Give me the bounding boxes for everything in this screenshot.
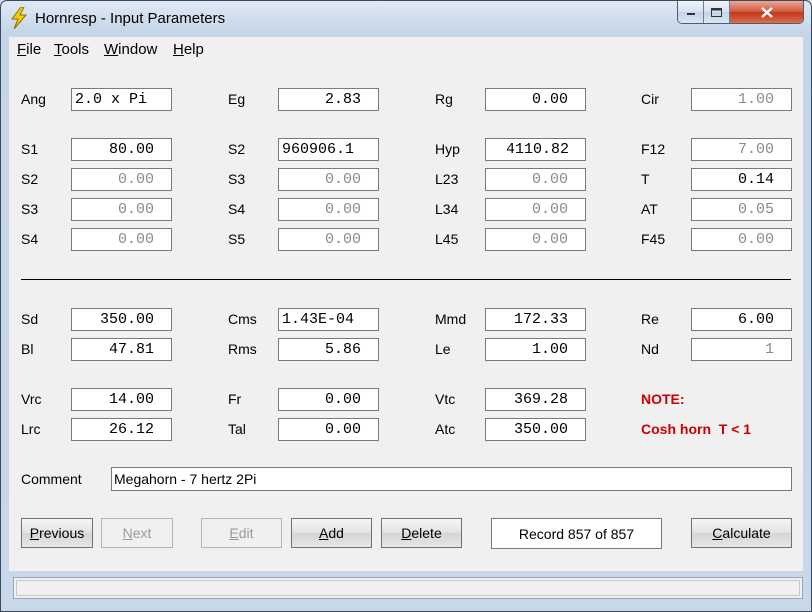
cir-field[interactable]: 1.00 (691, 88, 792, 111)
window-title: Hornresp - Input Parameters (35, 10, 226, 27)
s5-label: S5 (228, 231, 246, 247)
f12-field[interactable]: 7.00 (691, 138, 792, 161)
mmd-field[interactable]: 172.33 (485, 308, 586, 331)
vrc-label: Vrc (21, 391, 42, 407)
le-field[interactable]: 1.00 (485, 338, 586, 361)
record-indicator: Record 857 of 857 (491, 518, 662, 549)
at-label: AT (641, 201, 658, 217)
l23-label: L23 (435, 171, 459, 187)
eg-field[interactable]: 2.83 (278, 88, 379, 111)
previous-button[interactable]: Previous (21, 518, 93, 548)
window-controls (677, 1, 804, 24)
f45-field[interactable]: 0.00 (691, 228, 792, 251)
at-field[interactable]: 0.05 (691, 198, 792, 221)
rg-label: Rg (435, 91, 453, 107)
atc-field[interactable]: 350.00 (485, 418, 586, 441)
rms-field[interactable]: 5.86 (278, 338, 379, 361)
bl-field[interactable]: 47.81 (71, 338, 172, 361)
cir-label: Cir (641, 91, 659, 107)
s1-field[interactable]: 80.00 (71, 138, 172, 161)
menu-window[interactable]: Window (104, 41, 157, 58)
sd-label: Sd (21, 311, 39, 327)
s4-seg-label: S4 (21, 231, 39, 247)
menu-file[interactable]: File (17, 41, 41, 58)
nd-field[interactable]: 1 (691, 338, 792, 361)
vtc-field[interactable]: 369.28 (485, 388, 586, 411)
s3-label: S3 (228, 171, 246, 187)
s2-field[interactable]: 960906.1 (278, 138, 379, 161)
re-label: Re (641, 311, 659, 327)
add-button[interactable]: Add (291, 518, 372, 548)
title-bar[interactable]: Hornresp - Input Parameters (1, 1, 811, 35)
l34-label: L34 (435, 201, 459, 217)
lrc-label: Lrc (21, 421, 41, 437)
s3-seg-field[interactable]: 0.00 (71, 198, 172, 221)
t-field[interactable]: 0.14 (691, 168, 792, 191)
cms-label: Cms (228, 311, 257, 327)
atc-label: Atc (435, 421, 456, 437)
tal-field[interactable]: 0.00 (278, 418, 379, 441)
next-button[interactable]: Next (101, 518, 173, 548)
maximize-button[interactable] (704, 1, 730, 23)
mmd-label: Mmd (435, 311, 467, 327)
s3-seg-label: S3 (21, 201, 39, 217)
main-window: Hornresp - Input Parameters File Tools W… (0, 0, 812, 612)
l45-label: L45 (435, 231, 459, 247)
bl-label: Bl (21, 341, 34, 357)
rg-field[interactable]: 0.00 (485, 88, 586, 111)
hyp-field[interactable]: 4110.82 (485, 138, 586, 161)
t-label: T (641, 171, 650, 187)
menu-bar: File Tools Window Help (9, 37, 803, 61)
minimize-button[interactable] (678, 1, 704, 23)
f12-label: F12 (641, 141, 666, 157)
input-parameters-panel: Ang 2.0 x Pi Eg 2.83 Rg 0.00 Cir 1.00 S1… (9, 61, 803, 571)
s3-field[interactable]: 0.00 (278, 168, 379, 191)
eg-label: Eg (228, 91, 246, 107)
s2-label: S2 (228, 141, 246, 157)
fr-label: Fr (228, 391, 242, 407)
status-bar (13, 577, 803, 599)
ang-field[interactable]: 2.0 x Pi (71, 88, 172, 111)
s2-seg-label: S2 (21, 171, 39, 187)
note-title: NOTE: (641, 391, 685, 407)
lightning-bolt-icon (11, 7, 28, 29)
l23-field[interactable]: 0.00 (485, 168, 586, 191)
s4-field[interactable]: 0.00 (278, 198, 379, 221)
menu-tools[interactable]: Tools (54, 41, 89, 58)
s4-seg-field[interactable]: 0.00 (71, 228, 172, 251)
ang-label: Ang (21, 91, 46, 107)
s4-label: S4 (228, 201, 246, 217)
nd-label: Nd (641, 341, 659, 357)
status-panel (16, 580, 800, 596)
s5-field[interactable]: 0.00 (278, 228, 379, 251)
le-label: Le (435, 341, 451, 357)
section-divider (21, 279, 791, 280)
edit-button[interactable]: Edit (201, 518, 282, 548)
s1-label: S1 (21, 141, 39, 157)
f45-label: F45 (641, 231, 666, 247)
hyp-label: Hyp (435, 141, 460, 157)
fr-field[interactable]: 0.00 (278, 388, 379, 411)
close-button[interactable] (730, 1, 803, 23)
calculate-button[interactable]: Calculate (691, 518, 792, 548)
vrc-field[interactable]: 14.00 (71, 388, 172, 411)
comment-label: Comment (21, 471, 82, 487)
re-field[interactable]: 6.00 (691, 308, 792, 331)
menu-help[interactable]: Help (173, 41, 204, 58)
cms-field[interactable]: 1.43E-04 (278, 308, 379, 331)
l45-field[interactable]: 0.00 (485, 228, 586, 251)
minimize-icon (686, 13, 695, 15)
vtc-label: Vtc (435, 391, 456, 407)
s2-seg-field[interactable]: 0.00 (71, 168, 172, 191)
delete-button[interactable]: Delete (381, 518, 462, 548)
lrc-field[interactable]: 26.12 (71, 418, 172, 441)
comment-field[interactable]: Megahorn - 7 hertz 2Pi (111, 467, 792, 491)
l34-field[interactable]: 0.00 (485, 198, 586, 221)
close-icon (760, 6, 773, 18)
sd-field[interactable]: 350.00 (71, 308, 172, 331)
maximize-icon (711, 7, 722, 17)
rms-label: Rms (228, 341, 257, 357)
note-text: Cosh horn T < 1 (641, 421, 752, 437)
tal-label: Tal (228, 421, 246, 437)
